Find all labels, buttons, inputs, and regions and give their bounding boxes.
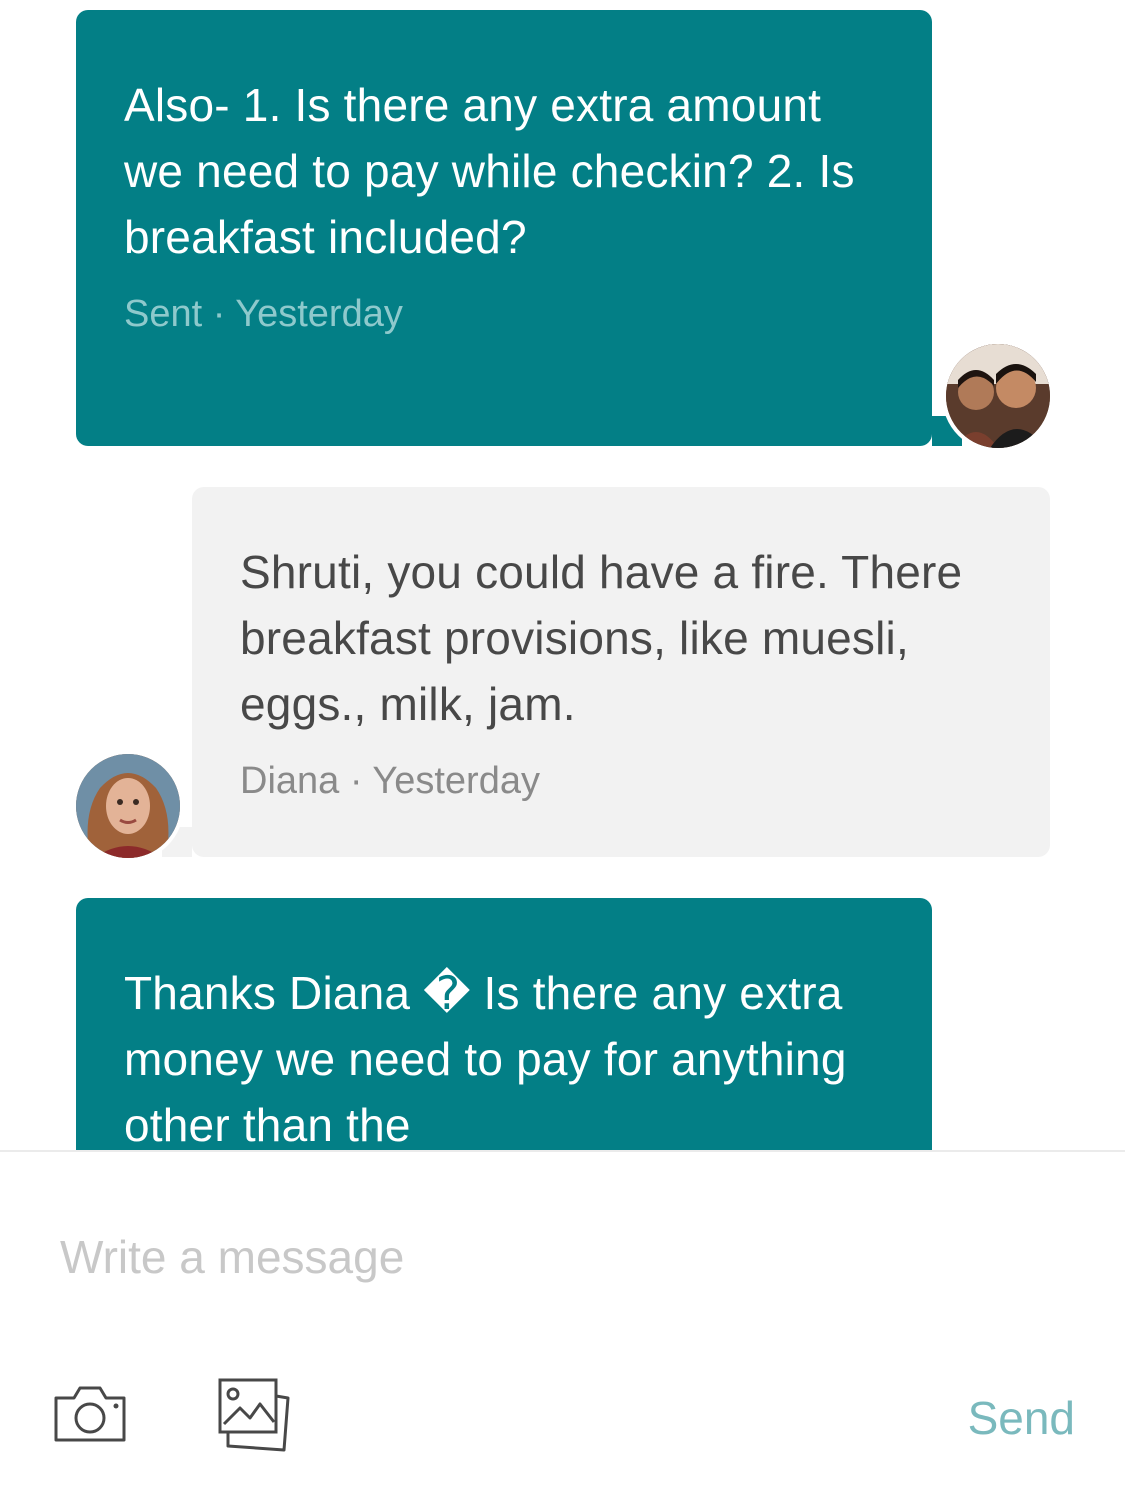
message-composer: Send xyxy=(0,1150,1125,1504)
outgoing-message-bubble[interactable]: Thanks Diana � Is there any extra money … xyxy=(76,898,932,1150)
message-text: Also- 1. Is there any extra amount we ne… xyxy=(124,79,855,263)
host-avatar[interactable] xyxy=(72,750,184,862)
outgoing-message-bubble[interactable]: Also- 1. Is there any extra amount we ne… xyxy=(76,10,962,446)
message-input[interactable] xyxy=(60,1222,1060,1292)
chat-screen: Also- 1. Is there any extra amount we ne… xyxy=(0,0,1125,1504)
camera-icon[interactable] xyxy=(52,1384,128,1444)
message-text: Shruti, you could have a fire. There bre… xyxy=(240,546,963,730)
host-photo-icon xyxy=(76,754,180,858)
incoming-message-bubble[interactable]: Shruti, you could have a fire. There bre… xyxy=(162,487,1050,857)
message-thread[interactable]: Also- 1. Is there any extra amount we ne… xyxy=(0,0,1125,1150)
message-meta: Sent · Yesterday xyxy=(124,293,403,335)
message-text: Thanks Diana � Is there any extra money … xyxy=(124,967,847,1150)
send-button[interactable]: Send xyxy=(968,1388,1075,1448)
image-gallery-icon[interactable] xyxy=(216,1376,292,1452)
user-photo-icon xyxy=(946,344,1050,448)
message-meta: Diana · Yesterday xyxy=(240,760,540,802)
user-avatar[interactable] xyxy=(942,340,1054,452)
